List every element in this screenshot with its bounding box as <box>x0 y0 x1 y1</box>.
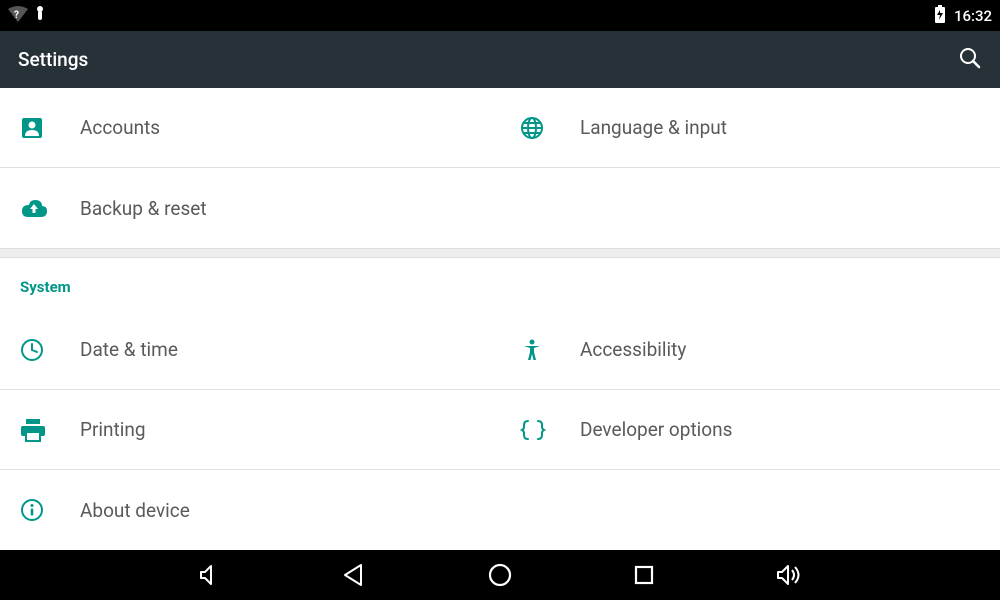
status-time: 16:32 <box>954 7 992 25</box>
accessibility-icon <box>520 338 580 362</box>
clock-icon <box>20 338 80 362</box>
section-header-system: System <box>0 258 1000 310</box>
empty-cell <box>500 470 1000 550</box>
settings-item-accounts[interactable]: Accounts <box>0 88 500 168</box>
settings-item-printing[interactable]: Printing <box>0 390 500 470</box>
page-title: Settings <box>18 48 88 71</box>
settings-item-accessibility[interactable]: Accessibility <box>500 310 1000 390</box>
nav-home-button[interactable] <box>487 562 513 588</box>
printer-icon <box>20 418 80 442</box>
status-bar: ? 16:32 <box>0 0 1000 31</box>
back-icon <box>341 562 367 588</box>
settings-item-label: Date & time <box>80 338 178 361</box>
settings-item-label: Accounts <box>80 116 160 139</box>
settings-item-about[interactable]: About device <box>0 470 500 550</box>
navigation-bar <box>0 550 1000 600</box>
settings-item-label: About device <box>80 499 190 522</box>
empty-cell <box>500 168 1000 248</box>
search-button[interactable] <box>958 46 982 74</box>
search-icon <box>958 46 982 70</box>
nav-volume-up-button[interactable] <box>775 563 803 587</box>
settings-item-label: Backup & reset <box>80 197 207 220</box>
wifi-unknown-icon: ? <box>8 6 28 26</box>
settings-item-label: Language & input <box>580 116 727 139</box>
settings-item-label: Printing <box>80 418 146 441</box>
settings-item-language[interactable]: Language & input <box>500 88 1000 168</box>
volume-high-icon <box>775 563 803 587</box>
app-bar: Settings <box>0 31 1000 88</box>
cloud-upload-icon <box>20 197 80 219</box>
battery-icon <box>934 5 946 27</box>
info-icon <box>20 498 80 522</box>
settings-item-backup[interactable]: Backup & reset <box>0 168 500 248</box>
nav-recents-button[interactable] <box>633 564 655 586</box>
globe-icon <box>520 116 580 140</box>
settings-item-datetime[interactable]: Date & time <box>0 310 500 390</box>
volume-low-icon <box>197 563 221 587</box>
settings-item-label: Accessibility <box>580 338 686 361</box>
nav-volume-down-button[interactable] <box>197 563 221 587</box>
recents-square-icon <box>633 564 655 586</box>
settings-item-developer[interactable]: Developer options <box>500 390 1000 470</box>
usb-debug-icon <box>34 5 46 27</box>
nav-back-button[interactable] <box>341 562 367 588</box>
accounts-icon <box>20 116 80 140</box>
braces-icon <box>520 419 580 441</box>
home-circle-icon <box>487 562 513 588</box>
section-divider <box>0 248 1000 258</box>
settings-content: Accounts Language & input Backup & reset… <box>0 88 1000 550</box>
settings-item-label: Developer options <box>580 418 732 441</box>
